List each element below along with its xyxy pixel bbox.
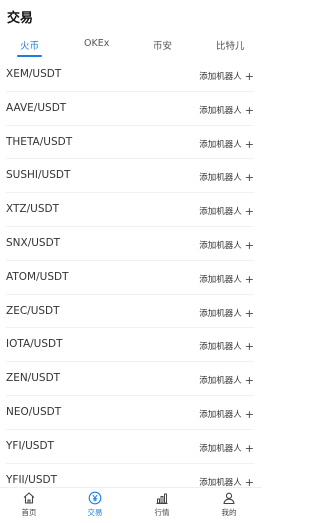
bottom-nav: 首页 交易 行情 我的 — [0, 487, 262, 523]
pair-name: ZEN/USDT — [6, 372, 61, 385]
home-icon — [23, 492, 35, 504]
user-icon — [223, 492, 235, 505]
add-robot-button[interactable]: 添加机器人 + — [199, 103, 254, 117]
pair-row[interactable]: ATOM/USDT 添加机器人 + — [6, 261, 254, 295]
add-robot-button[interactable]: 添加机器人 + — [199, 204, 254, 219]
plus-icon: + — [244, 306, 254, 320]
pair-row[interactable]: AAVE/USDT 添加机器人 + — [6, 92, 254, 126]
pair-name: YFI/USDT — [6, 439, 54, 452]
header: 交易 — [0, 0, 262, 30]
tab-huobi[interactable]: 火币 — [20, 38, 39, 52]
nav-item-home[interactable]: 首页 — [9, 491, 49, 518]
exchange-tabs: 火币 OKEx 币安 比特儿 — [0, 34, 262, 58]
pair-row[interactable]: ZEN/USDT 添加机器人 + — [6, 362, 254, 396]
pair-row[interactable]: THETA/USDT 添加机器人 + — [6, 126, 254, 160]
add-robot-label: 添加机器人 — [199, 139, 242, 150]
bar-chart-icon — [156, 493, 168, 504]
tab-binance[interactable]: 币安 — [153, 38, 172, 52]
pair-name: XTZ/USDT — [6, 203, 60, 216]
add-robot-label: 添加机器人 — [199, 105, 242, 116]
add-robot-button[interactable]: 添加机器人 + — [199, 373, 254, 388]
tab-gate[interactable]: 比特儿 — [216, 38, 245, 52]
add-robot-label: 添加机器人 — [199, 72, 242, 82]
add-robot-label: 添加机器人 — [199, 308, 242, 319]
pair-list: XEM/USDT 添加机器人 + AAVE/USDT 添加机器人 + THETA/USDT 添… — [0, 58, 262, 498]
nav-label-trade: 交易 — [87, 508, 103, 517]
add-robot-label: 添加机器人 — [199, 376, 242, 387]
nav-label-home: 首页 — [21, 508, 37, 517]
active-tab-indicator — [17, 55, 42, 57]
pair-name: NEO/USDT — [6, 405, 62, 418]
plus-icon: + — [244, 374, 254, 388]
pair-name: IOTA/USDT — [6, 338, 63, 351]
plus-icon: + — [244, 205, 254, 219]
tab-okex[interactable]: OKEx — [84, 38, 109, 49]
pair-row[interactable]: SNX/USDT 添加机器人 + — [6, 227, 254, 261]
add-robot-label: 添加机器人 — [199, 274, 242, 285]
pair-name: SNX/USDT — [6, 236, 61, 249]
pair-name: SUSHI/USDT — [6, 169, 71, 182]
add-robot-button[interactable]: 添加机器人 + — [199, 475, 254, 489]
add-robot-button[interactable]: 添加机器人 + — [199, 170, 254, 185]
nav-label-profile: 我的 — [221, 508, 237, 517]
pair-name: ATOM/USDT — [6, 270, 69, 283]
plus-icon: + — [244, 238, 254, 252]
add-robot-label: 添加机器人 — [199, 173, 242, 184]
plus-icon: + — [244, 272, 254, 286]
pair-name: ZEC/USDT — [6, 304, 60, 317]
add-robot-button[interactable]: 添加机器人 + — [199, 137, 254, 151]
yuan-circle-icon — [88, 491, 102, 505]
pair-row[interactable]: SUSHI/USDT 添加机器人 + — [6, 159, 254, 194]
pair-row[interactable]: XTZ/USDT 添加机器人 + — [6, 193, 254, 227]
plus-icon: + — [244, 103, 254, 117]
pair-row[interactable]: XEM/USDT 添加机器人 + — [6, 58, 254, 92]
add-robot-button[interactable]: 添加机器人 + — [199, 238, 254, 252]
add-robot-button[interactable]: 添加机器人 + — [199, 306, 254, 320]
nav-item-profile[interactable]: 我的 — [209, 491, 249, 518]
pair-row[interactable]: ZEC/USDT 添加机器人 + — [6, 295, 254, 329]
add-robot-label: 添加机器人 — [199, 207, 242, 218]
plus-icon: + — [244, 70, 254, 83]
plus-icon: + — [244, 407, 254, 421]
pair-row[interactable]: YFI/USDT 添加机器人 + — [6, 430, 254, 464]
add-robot-button[interactable]: 添加机器人 + — [199, 339, 254, 354]
add-robot-button[interactable]: 添加机器人 + — [199, 441, 254, 455]
add-robot-label: 添加机器人 — [199, 240, 242, 251]
pair-name: THETA/USDT — [6, 135, 73, 148]
pair-row[interactable]: NEO/USDT 添加机器人 + — [6, 396, 254, 430]
plus-icon: + — [244, 171, 254, 185]
plus-icon: + — [244, 137, 254, 151]
pair-name: AAVE/USDT — [6, 101, 67, 114]
nav-item-market[interactable]: 行情 — [142, 491, 182, 518]
add-robot-button[interactable]: 添加机器人 + — [199, 407, 254, 421]
add-robot-label: 添加机器人 — [199, 443, 242, 454]
plus-icon: + — [244, 441, 254, 455]
pair-row[interactable]: IOTA/USDT 添加机器人 + — [6, 328, 254, 363]
pair-name: YFII/USDT — [6, 473, 58, 486]
pair-name: XEM/USDT — [6, 68, 62, 80]
add-robot-button[interactable]: 添加机器人 + — [199, 272, 254, 286]
nav-label-market: 行情 — [154, 508, 170, 517]
page-title: 交易 — [7, 11, 34, 26]
nav-item-trade[interactable]: 交易 — [75, 491, 115, 518]
add-robot-label: 添加机器人 — [199, 409, 242, 420]
plus-icon: + — [244, 340, 254, 354]
add-robot-label: 添加机器人 — [199, 342, 242, 353]
add-robot-button[interactable]: 添加机器人 + — [199, 69, 254, 83]
